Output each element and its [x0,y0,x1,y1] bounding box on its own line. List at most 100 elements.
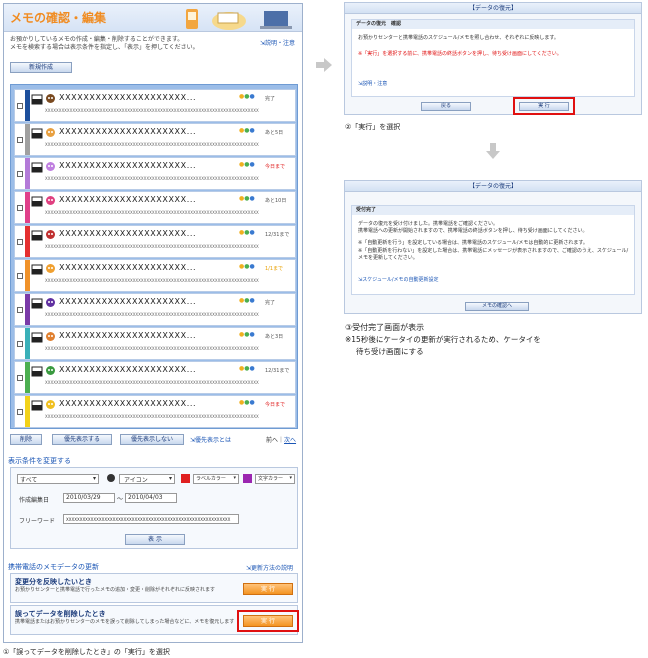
memo-character-icon [46,366,55,375]
memo-status-icons: ●●● [239,263,255,270]
phone-icon [31,196,43,207]
confirm-header: 【データの復元】 [345,3,641,14]
date-label: 作成編集日 [19,497,50,504]
memo-body-preview: XXXXXXXXXXXXXXXXXXXXXXXXXXXXXXXXXXXXXXXX… [45,108,259,113]
label-color-bar [25,90,30,121]
complete-header: 【データの復元】 [345,181,641,192]
update-heading: 携帯電話のメモデータの更新 [8,563,99,571]
memo-title[interactable]: XXXXXXXXXXXXXXXXXXXXX... [59,399,196,408]
reflect-execute-button[interactable]: 実 行 [243,583,293,595]
table-row[interactable]: XXXXXXXXXXXXXXXXXXXXX... ●●● 完了 XXXXXXXXXXX… [14,89,296,122]
caption-step-2: ②「実行」を選択 [345,123,401,131]
pager-prev[interactable]: 前へ [266,437,278,444]
phone-icon [31,332,43,343]
pager-next[interactable]: 次へ [284,437,296,444]
confirm-back-button[interactable]: 戻る [421,102,471,111]
delete-button[interactable]: 削除 [10,434,42,445]
row-checkbox[interactable] [17,341,23,347]
new-memo-button[interactable]: 新規作成 [10,62,72,73]
memo-title[interactable]: XXXXXXXXXXXXXXXXXXXXX... [59,297,196,306]
show-button[interactable]: 表 示 [125,534,185,545]
confirm-body: データの復元 確認 お預かりセンターと携帯電話のスケジュール/メモを照し合わせ、… [351,19,635,97]
caption-step-1: ①「誤ってデータを削除したとき」の「実行」を選択 [3,648,170,656]
phone-icon [31,162,43,173]
priority-show-button[interactable]: 優先表示する [52,434,112,445]
table-row[interactable]: XXXXXXXXXXXXXXXXXXXXX... ●●● 完了 XXXXXXXXXXX… [14,293,296,326]
label-color-select[interactable]: ラベルカラー ▾ [193,474,239,484]
category-select[interactable]: すべて ▾ [17,474,99,484]
memo-body-preview: XXXXXXXXXXXXXXXXXXXXXXXXXXXXXXXXXXXXXXXX… [45,244,259,249]
memo-status-icons: ●●● [239,195,255,202]
row-checkbox[interactable] [17,171,23,177]
label-color-bar [25,328,30,359]
memo-due-label: あと10日 [265,198,287,204]
memo-title[interactable]: XXXXXXXXXXXXXXXXXXXXX... [59,365,196,374]
memo-body-preview: XXXXXXXXXXXXXXXXXXXXXXXXXXXXXXXXXXXXXXXX… [45,380,259,385]
table-row[interactable]: XXXXXXXXXXXXXXXXXXXXX... ●●● 12/31まで XXXXXX… [14,225,296,258]
memo-character-icon [46,230,55,239]
table-row[interactable]: XXXXXXXXXXXXXXXXXXXXX... ●●● 12/31まで XXXXXX… [14,361,296,394]
table-row[interactable]: XXXXXXXXXXXXXXXXXXXXX... ●●● 今日まで XXXXXXXXX… [14,157,296,190]
complete-subtitle: 受付完了 [352,206,634,215]
memo-title[interactable]: XXXXXXXXXXXXXXXXXXXXX... [59,331,196,340]
icon-select[interactable]: アイコン ▾ [119,474,175,484]
memo-title[interactable]: XXXXXXXXXXXXXXXXXXXXX... [59,263,196,272]
memo-character-icon [46,196,55,205]
table-row[interactable]: XXXXXXXXXXXXXXXXXXXXX... ●●● あと3日 XXXXXXXXX… [14,327,296,360]
memo-status-icons: ●●● [239,93,255,100]
memo-character-icon [46,298,55,307]
phone-icon [31,230,43,241]
chevron-down-icon: ▾ [92,475,96,482]
freeword-label: フリーワード [19,518,56,525]
caption-step-3: ③受付完了画面が表示 [345,323,425,332]
confirm-help-link[interactable]: ⇲説明・注意 [358,80,387,87]
text-color-select[interactable]: 文字カラー ▾ [255,474,295,484]
memo-body-preview: XXXXXXXXXXXXXXXXXXXXXXXXXXXXXXXXXXXXXXXX… [45,346,259,351]
panel-header: メモの確認・編集 [4,4,302,32]
filter-heading: 表示条件を変更する [8,457,71,465]
arrow-right-icon [316,58,332,72]
auto-update-link[interactable]: ⇲スケジュール/メモの自動更新設定 [358,276,439,283]
confirm-execute-button[interactable]: 実 行 [519,102,569,111]
memo-status-icons: ●●● [239,331,255,338]
table-row[interactable]: XXXXXXXXXXXXXXXXXXXXX... ●●● あと5日 XXXXXXXXX… [14,123,296,156]
complete-line-4: ※「自動更新を行わない」を設定した場合は、携帯電話にメッセージが表示されますので… [358,248,629,261]
row-checkbox[interactable] [17,205,23,211]
reflect-title: 変更分を反映したいとき [15,578,92,586]
date-to-input[interactable]: 2010/04/03 [125,493,177,503]
memo-title[interactable]: XXXXXXXXXXXXXXXXXXXXX... [59,195,196,204]
help-link[interactable]: ⇲説明・注意 [260,38,295,47]
date-from-input[interactable]: 2010/03/29 [63,493,115,503]
memo-body-preview: XXXXXXXXXXXXXXXXXXXXXXXXXXXXXXXXXXXXXXXX… [45,278,259,283]
table-row[interactable]: XXXXXXXXXXXXXXXXXXXXX... ●●● あと10日 XXXXXXXX… [14,191,296,224]
row-checkbox[interactable] [17,103,23,109]
memo-title[interactable]: XXXXXXXXXXXXXXXXXXXXX... [59,229,196,238]
update-method-link[interactable]: ⇲更新方法の説明 [246,563,293,572]
memo-character-icon [46,332,55,341]
chevron-down-icon: ▾ [168,475,172,482]
priority-hide-button[interactable]: 優先表示しない [120,434,184,445]
memo-title[interactable]: XXXXXXXXXXXXXXXXXXXXX... [59,93,196,102]
table-row[interactable]: XXXXXXXXXXXXXXXXXXXXX... ●●● 今日まで XXXXXXXXX… [14,395,296,428]
priority-help-link[interactable]: ⇲優先表示とは [190,435,231,444]
confirm-warning: ※「実行」を選択する前に、携帯電話の終話ボタンを押し、待ち受け画面にしてください… [358,51,562,57]
memo-title[interactable]: XXXXXXXXXXXXXXXXXXXXX... [59,161,196,170]
memo-body-preview: XXXXXXXXXXXXXXXXXXXXXXXXXXXXXXXXXXXXXXXX… [45,142,259,147]
phone-icon [31,264,43,275]
table-row[interactable]: XXXXXXXXXXXXXXXXXXXXX... ●●● 1/1まで XXXXXXXX… [14,259,296,292]
row-checkbox[interactable] [17,307,23,313]
row-checkbox[interactable] [17,239,23,245]
freeword-input[interactable]: XXXXXXXXXXXXXXXXXXXXXXXXXXXXXXXXXXXXXXXX… [63,514,239,524]
row-checkbox[interactable] [17,273,23,279]
memo-title[interactable]: XXXXXXXXXXXXXXXXXXXXX... [59,127,196,136]
row-checkbox[interactable] [17,137,23,143]
page-desc-2: メモを検索する場合は表示条件を指定し、「表示」を押してください。 [10,44,199,51]
confirm-screen: 【データの復元】 データの復元 確認 お預かりセンターと携帯電話のスケジュール/… [344,2,642,115]
memo-due-label: 1/1まで [265,266,284,272]
row-checkbox[interactable] [17,409,23,415]
row-checkbox[interactable] [17,375,23,381]
restore-execute-button[interactable]: 実 行 [243,615,293,627]
filter-box: すべて ▾ アイコン ▾ ラベルカラー ▾ 文字カラー ▾ 作成編集日 2010/03/… [10,467,298,549]
back-to-memo-button[interactable]: メモの確認へ [465,302,529,311]
date-separator: ～ [117,496,124,503]
